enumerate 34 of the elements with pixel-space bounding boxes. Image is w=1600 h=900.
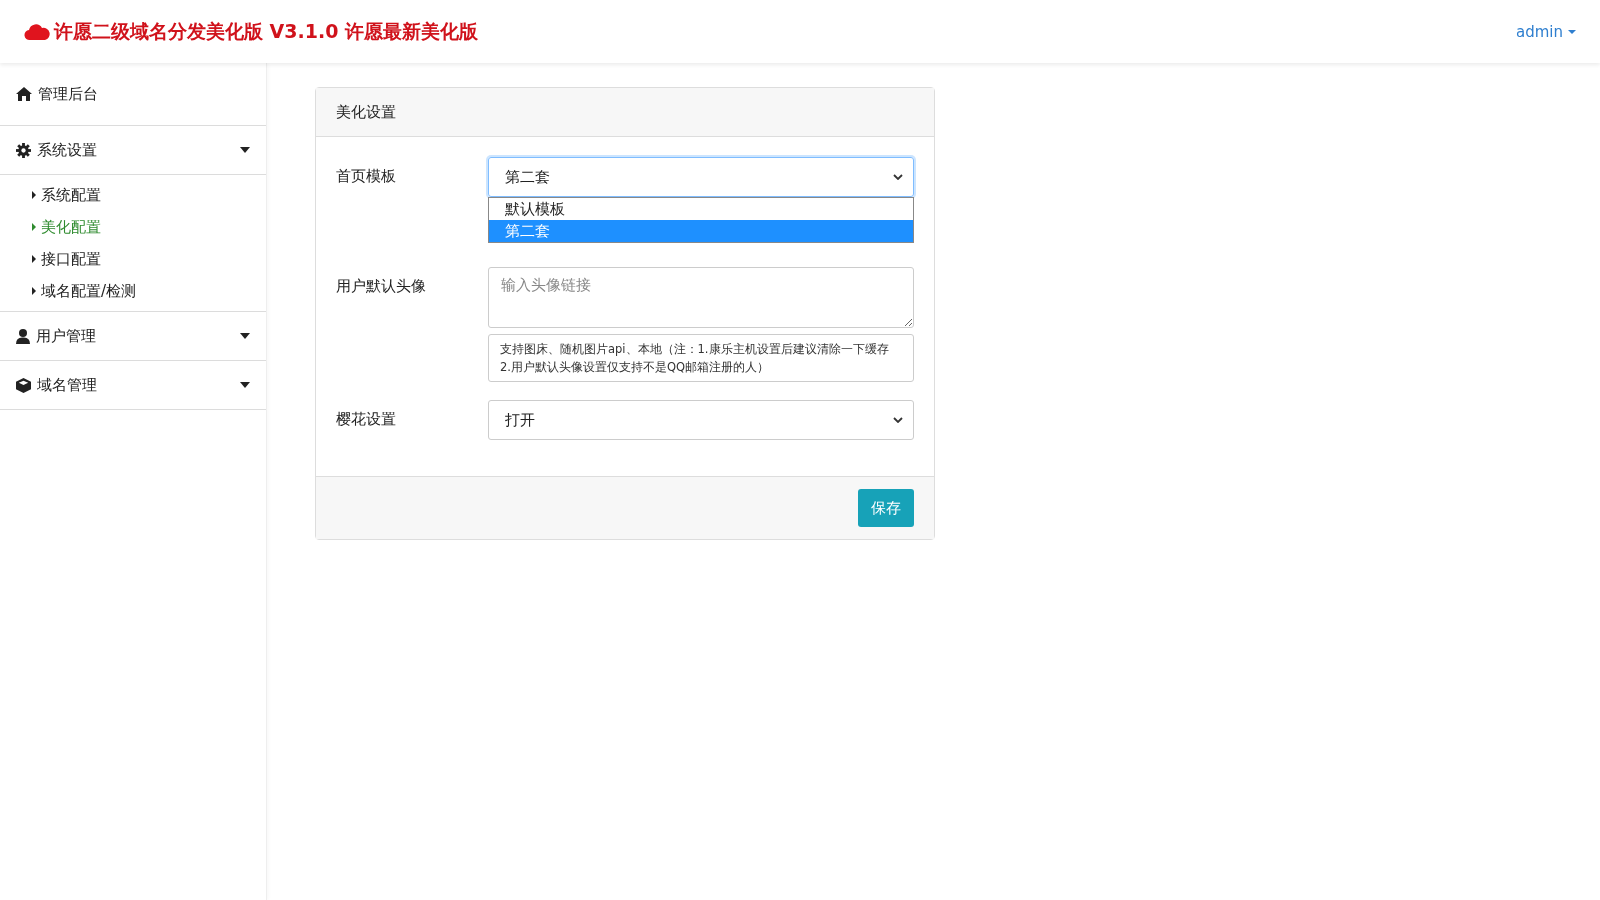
user-menu[interactable]: admin: [1516, 22, 1576, 41]
sidebar-label: 域名管理: [37, 375, 98, 395]
cube-icon: [16, 377, 31, 393]
sidebar-label: 管理后台: [38, 84, 99, 104]
field-label: 首页模板: [336, 166, 397, 187]
select-field[interactable]: 第二套: [488, 157, 914, 197]
user-icon: [16, 328, 30, 344]
field-label: 用户默认头像: [336, 276, 427, 297]
sidebar-item[interactable]: 管理后台: [0, 63, 266, 126]
submenu-item[interactable]: 域名配置/检测: [32, 275, 266, 307]
sidebar-label: 用户管理: [36, 326, 97, 346]
dropdown-option[interactable]: 默认模板: [489, 198, 913, 220]
submenu-item[interactable]: 接口配置: [32, 243, 266, 275]
caret-icon: [240, 382, 250, 388]
site-title: 许愿二级域名分发美化版 V3.1.0 许愿最新美化版: [54, 18, 479, 44]
select-field[interactable]: 打开: [488, 400, 914, 440]
avatar-url-field[interactable]: 输入头像链接: [488, 267, 914, 328]
sidebar-label: 系统设置: [37, 140, 98, 160]
gear-icon: [16, 142, 31, 158]
field-label: 樱花设置: [336, 409, 397, 430]
card-title: 美化设置: [336, 102, 396, 122]
caret-icon: [240, 147, 250, 153]
submenu-item[interactable]: 系统配置: [32, 179, 266, 211]
cloud-icon: [24, 22, 50, 41]
sidebar-item[interactable]: 域名管理: [0, 361, 266, 410]
caret-icon: [1568, 29, 1576, 34]
chevron-icon: [893, 417, 903, 423]
submenu-item[interactable]: 美化配置: [32, 211, 266, 243]
help-text: 支持图床、随机图片api、本地（注：1.康乐主机设置后建议清除一下缓存 2.用户默认头像设置仅支持不是QQ邮箱注册的人）: [488, 334, 914, 382]
chevron-icon: [893, 174, 903, 180]
sidebar-item[interactable]: 用户管理: [0, 312, 266, 361]
home-icon: [16, 87, 32, 101]
caret-icon: [240, 333, 250, 339]
sidebar-item[interactable]: 系统设置: [0, 126, 266, 175]
